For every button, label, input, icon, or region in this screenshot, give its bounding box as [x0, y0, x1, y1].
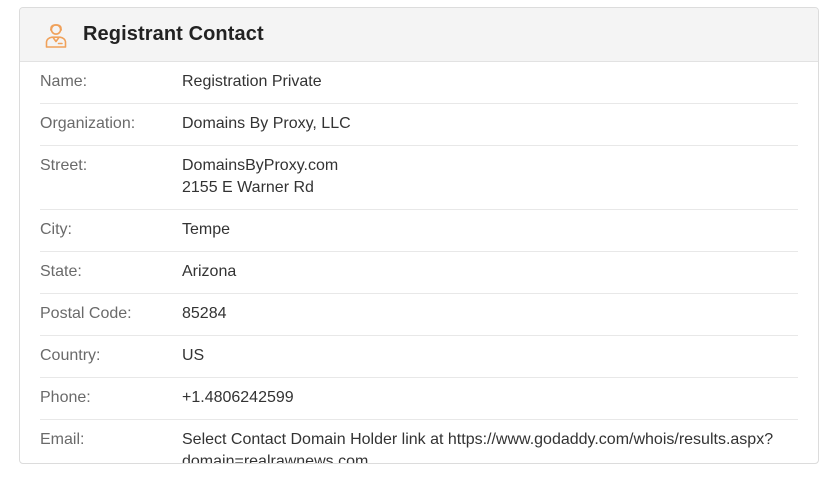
field-label: Country: [40, 347, 101, 364]
field-row-state: State: Arizona [40, 252, 798, 294]
field-value: DomainsByProxy.com 2155 E Warner Rd [182, 157, 339, 196]
field-value: 85284 [182, 305, 227, 322]
field-value: Domains By Proxy, LLC [182, 115, 351, 132]
field-label: Email: [40, 431, 85, 448]
card-header: Registrant Contact [20, 8, 818, 62]
field-value: Tempe [182, 221, 231, 238]
field-label: Organization: [40, 115, 136, 132]
field-value: US [182, 347, 205, 364]
card-title: Registrant Contact [83, 23, 264, 45]
field-label: Name: [40, 73, 88, 90]
field-row-street: Street: DomainsByProxy.com 2155 E Warner… [40, 146, 798, 210]
registrant-contact-card: Registrant Contact Name: Registration Pr… [19, 7, 819, 464]
field-row-name: Name: Registration Private [40, 62, 798, 104]
field-label: State: [40, 263, 82, 280]
field-row-phone: Phone: +1.4806242599 [40, 378, 798, 420]
field-row-email: Email: Select Contact Domain Holder link… [40, 420, 798, 464]
field-label: Phone: [40, 389, 91, 406]
field-label: City: [40, 221, 72, 238]
field-row-country: Country: US [40, 336, 798, 378]
contact-fields-list: Name: Registration Private Organization:… [20, 62, 818, 464]
field-row-city: City: Tempe [40, 210, 798, 252]
field-value: Registration Private [182, 73, 322, 90]
field-row-postal-code: Postal Code: 85284 [40, 294, 798, 336]
field-value: +1.4806242599 [182, 389, 294, 406]
field-label: Postal Code: [40, 305, 132, 322]
user-contact-icon [44, 21, 68, 49]
field-value: Arizona [182, 263, 237, 280]
field-row-organization: Organization: Domains By Proxy, LLC [40, 104, 798, 146]
field-value: Select Contact Domain Holder link at htt… [182, 431, 774, 464]
field-label: Street: [40, 157, 88, 174]
